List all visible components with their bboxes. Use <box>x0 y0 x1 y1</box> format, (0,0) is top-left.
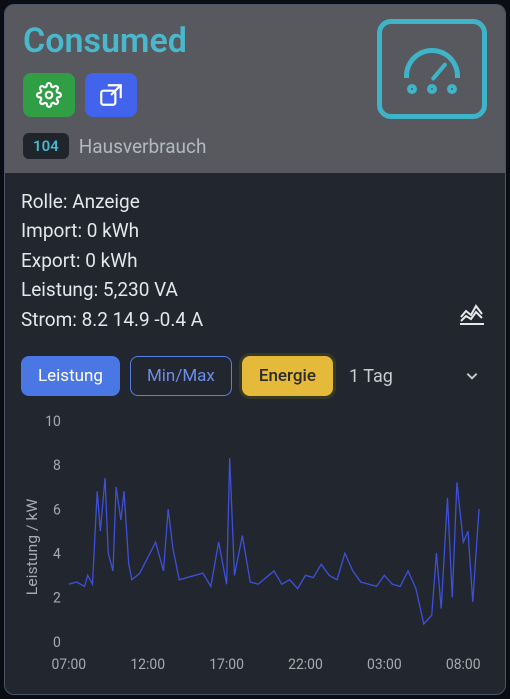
line-chart-icon <box>459 302 485 326</box>
svg-text:03:00: 03:00 <box>367 656 402 673</box>
device-name-label: Hausverbrauch <box>79 135 207 158</box>
gear-icon <box>36 82 62 108</box>
chevron-down-icon <box>465 369 479 383</box>
svg-text:2: 2 <box>53 590 61 607</box>
tab-energie[interactable]: Energie <box>242 356 333 396</box>
tab-leistung[interactable]: Leistung <box>21 356 120 396</box>
svg-text:6: 6 <box>53 501 61 518</box>
svg-text:22:00: 22:00 <box>288 656 323 673</box>
card-body: Rolle: Anzeige Import: 0 kWh Export: 0 k… <box>5 173 505 694</box>
gauge-arc-icon <box>404 48 460 78</box>
device-card: Consumed 104 Hausverbrauch <box>4 4 506 695</box>
range-select[interactable]: 1 Tag <box>343 356 489 396</box>
power-chart[interactable]: 0 2 4 6 8 10 07:00 12:00 17:00 22:00 03:00 08:00 L… <box>21 410 489 684</box>
info-rolle: Rolle: Anzeige <box>21 187 489 216</box>
popout-icon <box>98 82 124 108</box>
svg-text:0: 0 <box>53 634 61 651</box>
svg-text:8: 8 <box>53 457 61 474</box>
chart-controls: Leistung Min/Max Energie 1 Tag <box>21 356 489 396</box>
gauge-dots-icon <box>407 84 457 94</box>
settings-button[interactable] <box>23 73 75 117</box>
info-export: Export: 0 kWh <box>21 246 489 275</box>
device-tag-row: 104 Hausverbrauch <box>23 133 487 159</box>
device-id-badge: 104 <box>23 133 69 159</box>
info-leistung: Leistung: 5,230 VA <box>21 275 489 304</box>
info-import: Import: 0 kWh <box>21 216 489 245</box>
svg-text:08:00: 08:00 <box>446 656 481 673</box>
svg-text:07:00: 07:00 <box>51 656 86 673</box>
svg-text:4: 4 <box>53 545 61 562</box>
info-block: Rolle: Anzeige Import: 0 kWh Export: 0 k… <box>21 187 489 334</box>
info-strom: Strom: 8.2 14.9 -0.4 A <box>21 305 489 334</box>
gauge-icon <box>377 19 487 119</box>
card-header: Consumed 104 Hausverbrauch <box>5 5 505 173</box>
svg-text:17:00: 17:00 <box>209 656 244 673</box>
tab-minmax[interactable]: Min/Max <box>130 356 232 396</box>
gauge-needle-icon <box>430 62 447 81</box>
svg-text:Leistung / kW: Leistung / kW <box>23 498 40 595</box>
svg-text:12:00: 12:00 <box>130 656 165 673</box>
range-label: 1 Tag <box>349 366 393 387</box>
chart-toggle-button[interactable] <box>459 302 485 330</box>
popout-button[interactable] <box>85 73 137 117</box>
svg-text:10: 10 <box>45 413 61 430</box>
